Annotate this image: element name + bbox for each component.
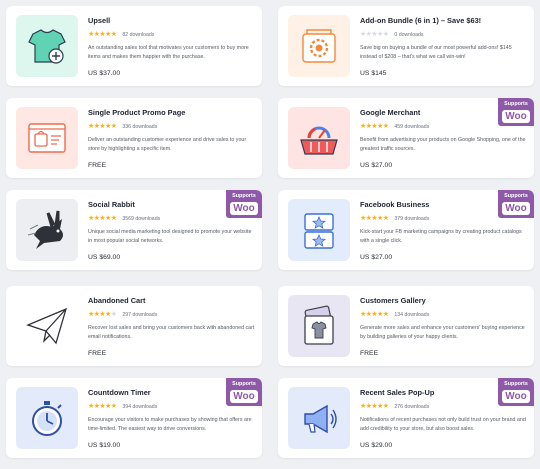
supports-woo-badge: Supports Woo [226,378,262,406]
product-price: US $29.00 [360,442,393,449]
star-rating-icon: ★★★★★ [360,403,389,410]
product-title[interactable]: Social Rabbit [88,200,238,209]
star-rating-icon: ★★★★★ [360,31,389,38]
product-title[interactable]: Recent Sales Pop-Up [360,388,510,397]
star-rating-icon: ★★★★★ [88,123,117,130]
rating: ★★★★★ 82 downloads [88,31,154,39]
megaphone-icon [288,387,350,449]
download-count: 336 downloads [122,124,158,130]
product-card-addon-bundle[interactable]: Add-on Bundle (6 in 1) – Save $63! ★★★★★… [278,6,534,86]
supports-woo-badge: Supports Woo [226,190,262,218]
product-title[interactable]: Countdown Timer [88,388,238,397]
product-title[interactable]: Customers Gallery [360,296,510,305]
shopping-bag-browser-icon [16,107,78,169]
woo-logo: Woo [230,390,258,403]
product-price: US $27.00 [360,162,393,169]
star-rating-icon: ★★★★★ [88,311,117,318]
product-description: Benefit from advertising your products o… [360,137,526,152]
product-title[interactable]: Abandoned Cart [88,296,238,305]
star-rating-icon: ★★★★★ [360,123,389,130]
star-rating-icon: ★★★★★ [88,31,117,38]
product-card-recent-sales-popup[interactable]: Recent Sales Pop-Up ★★★★★ 276 downloads N… [278,378,534,458]
product-description: An outstanding sales tool that motivates… [88,45,249,60]
rating: ★★★★★ 276 downloads [360,403,429,411]
rating: ★★★★★ 336 downloads [88,123,157,131]
rating: ★★★★★ 394 downloads [88,403,157,411]
product-card-countdown-timer[interactable]: Countdown Timer ★★★★★ 394 downloads Encou… [6,378,262,458]
gear-box-icon [288,15,350,77]
woo-logo: Woo [502,390,530,403]
product-description: Save big on buying a bundle of our most … [360,45,512,60]
stopwatch-icon [16,387,78,449]
download-count: 3569 downloads [122,216,161,222]
product-card-abandoned-cart[interactable]: Abandoned Cart ★★★★★ 297 downloads Recove… [6,286,262,366]
star-rating-icon: ★★★★★ [360,215,389,222]
product-description: Unique social media marketing tool desig… [88,229,252,244]
paper-plane-icon [16,295,78,357]
star-rating-icon: ★★★★★ [360,311,389,318]
product-price: FREE [360,350,379,357]
badge-supports-text: Supports [504,101,528,107]
product-price: FREE [88,162,107,169]
product-price: US $145 [360,70,387,77]
woo-logo: Woo [502,202,530,215]
download-count: 297 downloads [122,312,158,318]
woo-logo: Woo [230,202,258,215]
download-count: 134 downloads [394,312,430,318]
product-title[interactable]: Facebook Business [360,200,510,209]
product-price: FREE [88,350,107,357]
rabbit-icon [16,199,78,261]
download-count: 379 downloads [394,216,430,222]
product-card-upsell[interactable]: Upsell ★★★★★ 82 downloads An outstanding … [6,6,262,86]
product-title[interactable]: Upsell [88,16,238,25]
rating: ★★★★★ 3569 downloads [88,215,160,223]
gallery-icon [288,295,350,357]
product-price: US $37.00 [88,70,121,77]
download-count: 459 downloads [394,124,430,130]
badge-supports-text: Supports [232,381,256,387]
rating: ★★★★★ 379 downloads [360,215,429,223]
product-card-social-rabbit[interactable]: Social Rabbit ★★★★★ 3569 downloads Unique… [6,190,262,270]
supports-woo-badge: Supports Woo [498,190,534,218]
download-count: 394 downloads [122,404,158,410]
download-count: 0 downloads [394,32,424,38]
google-basket-icon [288,107,350,169]
rating: ★★★★★ 0 downloads [360,31,424,39]
product-title[interactable]: Google Merchant [360,108,510,117]
product-description: Generate more sales and enhance your cus… [360,325,525,340]
product-price: US $69.00 [88,254,121,261]
rating: ★★★★★ 134 downloads [360,311,429,319]
product-description: Notifications of recent purchases not on… [360,417,526,432]
rating: ★★★★★ 297 downloads [88,311,157,319]
product-card-customers-gallery[interactable]: Customers Gallery ★★★★★ 134 downloads Gen… [278,286,534,366]
star-catalog-icon [288,199,350,261]
product-card-google-merchant[interactable]: Google Merchant ★★★★★ 459 downloads Benef… [278,98,534,178]
product-description: Deliver an outstanding customer experien… [88,137,247,152]
product-title[interactable]: Add-on Bundle (6 in 1) – Save $63! [360,16,510,25]
product-card-facebook-business[interactable]: Facebook Business ★★★★★ 379 downloads Kic… [278,190,534,270]
badge-supports-text: Supports [504,381,528,387]
product-card-single-product-promo[interactable]: Single Product Promo Page ★★★★★ 336 downl… [6,98,262,178]
woo-logo: Woo [502,110,530,123]
star-rating-icon: ★★★★★ [88,215,117,222]
product-description: Encourage your visitors to make purchase… [88,417,252,432]
supports-woo-badge: Supports Woo [498,98,534,126]
tshirt-plus-icon [16,15,78,77]
download-count: 82 downloads [122,32,155,38]
supports-woo-badge: Supports Woo [498,378,534,406]
badge-supports-text: Supports [232,193,256,199]
product-description: Recover lost sales and bring your custom… [88,325,255,340]
badge-supports-text: Supports [504,193,528,199]
rating: ★★★★★ 459 downloads [360,123,429,131]
product-price: US $19.00 [88,442,121,449]
download-count: 276 downloads [394,404,430,410]
product-description: Kick-start your FB marketing campaigns b… [360,229,522,244]
product-price: US $27.00 [360,254,393,261]
star-rating-icon: ★★★★★ [88,403,117,410]
product-title[interactable]: Single Product Promo Page [88,108,238,117]
